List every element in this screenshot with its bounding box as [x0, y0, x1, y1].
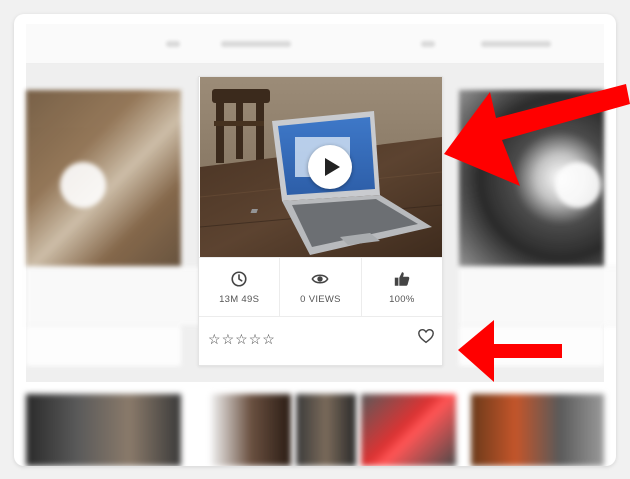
bottom-video-row — [26, 394, 604, 466]
left-video-card — [26, 90, 269, 366]
annotation-arrow-bottom — [458, 320, 562, 382]
duration-stat: 13M 49S — [199, 258, 281, 316]
star-4[interactable]: ☆ — [249, 332, 262, 346]
duration-label: 13M 49S — [219, 293, 260, 305]
views-stat: 0 VIEWS — [280, 258, 362, 316]
video-thumbnail[interactable] — [200, 77, 442, 257]
star-3[interactable]: ☆ — [235, 332, 248, 346]
card-footer: ☆ ☆ ☆ ☆ ☆ — [199, 317, 442, 365]
star-5[interactable]: ☆ — [262, 332, 275, 346]
star-2[interactable]: ☆ — [222, 332, 235, 346]
rating-label: 100% — [389, 293, 415, 305]
clock-icon — [231, 270, 247, 287]
rating-stat: 100% — [362, 258, 442, 316]
heart-icon[interactable] — [417, 327, 435, 345]
video-card[interactable]: 13M 49S 0 VIEWS 100% ☆ ☆ ☆ ☆ ☆ — [198, 76, 443, 366]
play-button[interactable] — [308, 145, 352, 189]
top-bar — [26, 24, 604, 64]
star-rating[interactable]: ☆ ☆ ☆ ☆ ☆ — [208, 332, 275, 346]
play-icon — [325, 158, 340, 176]
thumbs-up-icon — [394, 271, 410, 286]
star-1[interactable]: ☆ — [208, 332, 221, 346]
eye-icon — [311, 274, 330, 283]
right-card-stats — [459, 266, 616, 326]
views-label: 0 VIEWS — [300, 293, 341, 305]
annotation-arrow-top — [444, 84, 630, 186]
video-stats: 13M 49S 0 VIEWS 100% — [199, 257, 442, 317]
